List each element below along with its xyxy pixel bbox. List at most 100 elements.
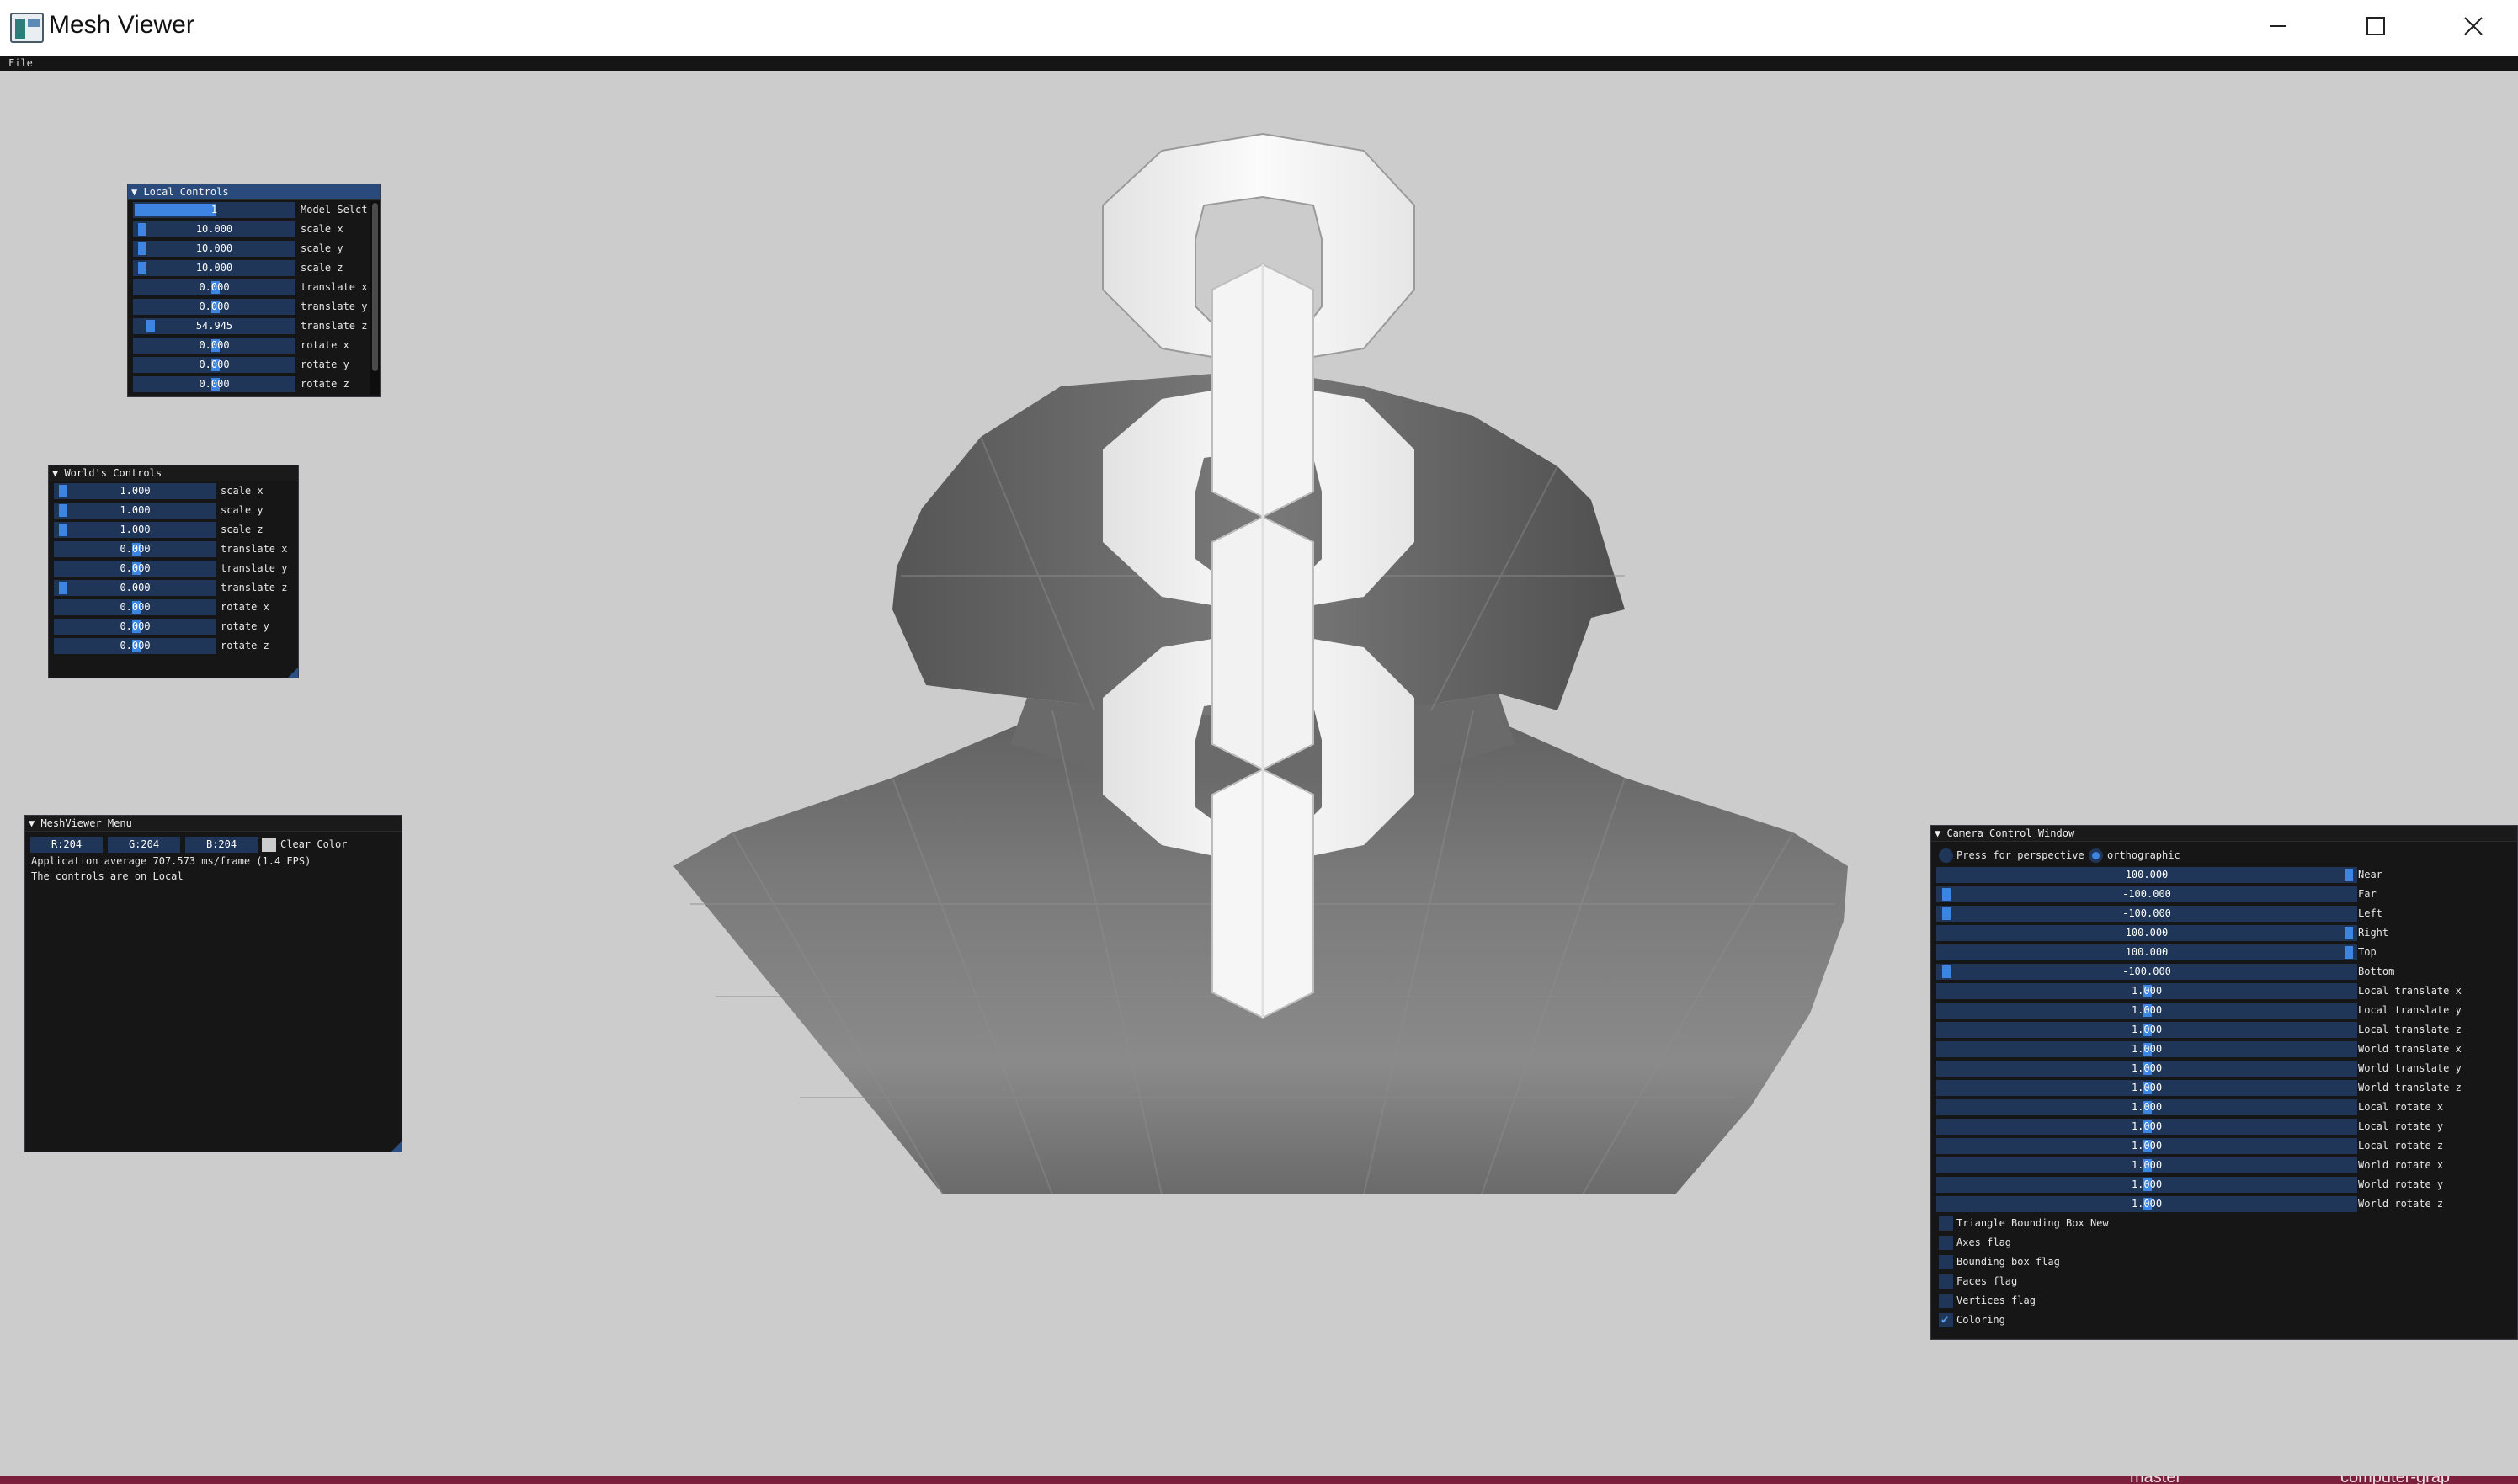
local-slider-model-selct[interactable]: 1 — [133, 202, 295, 218]
camera-slider-world-translate-y[interactable]: 1.000 — [1936, 1061, 2357, 1077]
world-slider-translate-z[interactable]: 0.000 — [54, 580, 216, 596]
green-channel-field[interactable]: G:204 — [108, 837, 180, 853]
world-slider-rotate-z[interactable]: 0.000 — [54, 638, 216, 654]
camera-control-header[interactable]: ▼ Camera Control Window — [1931, 826, 2517, 842]
git-branch: master — [2130, 1476, 2181, 1484]
meshviewer-menu-window[interactable]: ▼ MeshViewer Menu R:204 G:204 B:204 Clea… — [24, 815, 402, 1152]
slider-label: rotate x — [221, 601, 269, 613]
camera-slider-world-translate-x[interactable]: 1.000 — [1936, 1041, 2357, 1057]
slider-value: 100.000 — [2125, 869, 2169, 880]
camera-slider-near[interactable]: 100.000 — [1936, 867, 2357, 883]
slider-label: Local rotate z — [2358, 1140, 2444, 1152]
camera-slider-local-translate-y[interactable]: 1.000 — [1936, 1003, 2357, 1019]
slider-label: translate z — [221, 582, 288, 593]
camera-slider-far[interactable]: -100.000 — [1936, 886, 2357, 902]
checkbox-row-coloring: ✔ Coloring — [1931, 1312, 2517, 1328]
local-slider-translate-z[interactable]: 54.945 — [133, 318, 295, 334]
camera-slider-local-translate-x[interactable]: 1.000 — [1936, 983, 2357, 999]
slider-label: Local translate y — [2358, 1004, 2462, 1016]
maximize-button[interactable] — [2327, 0, 2425, 52]
camera-slider-world-rotate-y[interactable]: 1.000 — [1936, 1177, 2357, 1193]
camera-slider-local-translate-z[interactable]: 1.000 — [1936, 1022, 2357, 1038]
checkmark-icon: ✔ — [1941, 1313, 1949, 1327]
camera-row-world-rotate-y: 1.000 World rotate y — [1931, 1177, 2517, 1193]
world-row-translate-x: 0.000 translate x — [49, 541, 298, 557]
blue-channel-field[interactable]: B:204 — [185, 837, 258, 853]
local-slider-rotate-x[interactable]: 0.000 — [133, 338, 295, 354]
world-row-scale-y: 1.000 scale y — [49, 503, 298, 519]
slider-label: Right — [2358, 927, 2389, 939]
meshviewer-menu-header[interactable]: ▼ MeshViewer Menu — [25, 816, 402, 832]
scrollbar-thumb[interactable] — [372, 203, 378, 371]
slider-value: 0.000 — [120, 620, 151, 632]
checkbox-triangle-bounding-box-new[interactable] — [1939, 1216, 1953, 1231]
camera-control-window[interactable]: ▼ Camera Control Window Press for perspe… — [1930, 825, 2518, 1340]
slider-label: World translate z — [2358, 1082, 2462, 1093]
perspective-label: Press for perspective — [1956, 849, 2084, 861]
world-slider-translate-y[interactable]: 0.000 — [54, 561, 216, 577]
slider-value: 100.000 — [2125, 946, 2169, 958]
camera-slider-top[interactable]: 100.000 — [1936, 944, 2357, 960]
slider-label: rotate y — [221, 620, 269, 632]
slider-value: -100.000 — [2122, 907, 2171, 919]
camera-slider-right[interactable]: 100.000 — [1936, 925, 2357, 941]
world-slider-scale-y[interactable]: 1.000 — [54, 503, 216, 519]
checkbox-coloring[interactable]: ✔ — [1939, 1313, 1953, 1327]
camera-slider-world-rotate-z[interactable]: 1.000 — [1936, 1196, 2357, 1212]
slider-value: 1.000 — [2131, 1101, 2163, 1113]
camera-slider-local-rotate-z[interactable]: 1.000 — [1936, 1138, 2357, 1154]
world-slider-scale-x[interactable]: 1.000 — [54, 483, 216, 499]
camera-slider-bottom[interactable]: -100.000 — [1936, 964, 2357, 980]
orthographic-radio[interactable] — [2089, 848, 2103, 863]
checkbox-axes-flag[interactable] — [1939, 1236, 1953, 1250]
slider-value: 0.000 — [120, 582, 151, 593]
local-row-translate-z: 54.945 translate z — [128, 318, 380, 334]
local-controls-scrollbar[interactable] — [370, 201, 380, 395]
slider-value: 0.000 — [199, 378, 230, 390]
orthographic-label: orthographic — [2107, 849, 2180, 861]
checkbox-bounding-box-flag[interactable] — [1939, 1255, 1953, 1269]
slider-label: rotate z — [301, 378, 349, 390]
checkbox-vertices-flag[interactable] — [1939, 1294, 1953, 1308]
camera-control-title: Camera Control Window — [1946, 827, 2075, 839]
slider-label: Top — [2358, 946, 2377, 958]
local-controls-window[interactable]: ▼ Local Controls 1 Model Selct 10.000 scale… — [127, 184, 381, 397]
camera-slider-local-rotate-x[interactable]: 1.000 — [1936, 1099, 2357, 1115]
slider-value: 0.000 — [120, 562, 151, 574]
local-slider-rotate-z[interactable]: 0.000 — [133, 376, 295, 392]
local-slider-scale-y[interactable]: 10.000 — [133, 241, 295, 257]
camera-row-local-rotate-x: 1.000 Local rotate x — [1931, 1099, 2517, 1115]
local-controls-header[interactable]: ▼ Local Controls — [128, 184, 380, 200]
close-button[interactable] — [2425, 0, 2518, 52]
red-channel-field[interactable]: R:204 — [30, 837, 103, 853]
camera-slider-world-rotate-x[interactable]: 1.000 — [1936, 1157, 2357, 1173]
world-controls-header[interactable]: ▼ World's Controls — [49, 465, 298, 481]
world-slider-rotate-y[interactable]: 0.000 — [54, 619, 216, 635]
camera-slider-left[interactable]: -100.000 — [1936, 906, 2357, 922]
local-slider-translate-y[interactable]: 0.000 — [133, 299, 295, 315]
checkbox-label: Triangle Bounding Box New — [1956, 1217, 2109, 1229]
camera-row-local-translate-z: 1.000 Local translate z — [1931, 1022, 2517, 1038]
clear-color-swatch[interactable] — [262, 838, 276, 852]
local-slider-translate-x[interactable]: 0.000 — [133, 279, 295, 295]
slider-label: translate y — [301, 301, 368, 312]
world-controls-window[interactable]: ▼ World's Controls 1.000 scale x 1.000 scal… — [48, 465, 299, 678]
camera-slider-local-rotate-y[interactable]: 1.000 — [1936, 1119, 2357, 1135]
world-slider-scale-z[interactable]: 1.000 — [54, 522, 216, 538]
perspective-radio[interactable] — [1939, 848, 1953, 863]
resize-grip[interactable] — [288, 668, 298, 678]
local-slider-rotate-y[interactable]: 0.000 — [133, 357, 295, 373]
camera-slider-world-translate-z[interactable]: 1.000 — [1936, 1080, 2357, 1096]
resize-grip[interactable] — [391, 1141, 402, 1152]
world-row-rotate-x: 0.000 rotate x — [49, 599, 298, 615]
slider-label: World translate x — [2358, 1043, 2462, 1055]
menu-file[interactable]: File — [8, 57, 33, 69]
world-slider-rotate-x[interactable]: 0.000 — [54, 599, 216, 615]
world-slider-translate-x[interactable]: 0.000 — [54, 541, 216, 557]
minimize-button[interactable] — [2229, 0, 2327, 52]
checkbox-faces-flag[interactable] — [1939, 1274, 1953, 1289]
checkbox-row-bounding-box-flag: Bounding box flag — [1931, 1254, 2517, 1270]
local-slider-scale-z[interactable]: 10.000 — [133, 260, 295, 276]
local-slider-scale-x[interactable]: 10.000 — [133, 221, 295, 237]
checkbox-label: Coloring — [1956, 1314, 2005, 1326]
